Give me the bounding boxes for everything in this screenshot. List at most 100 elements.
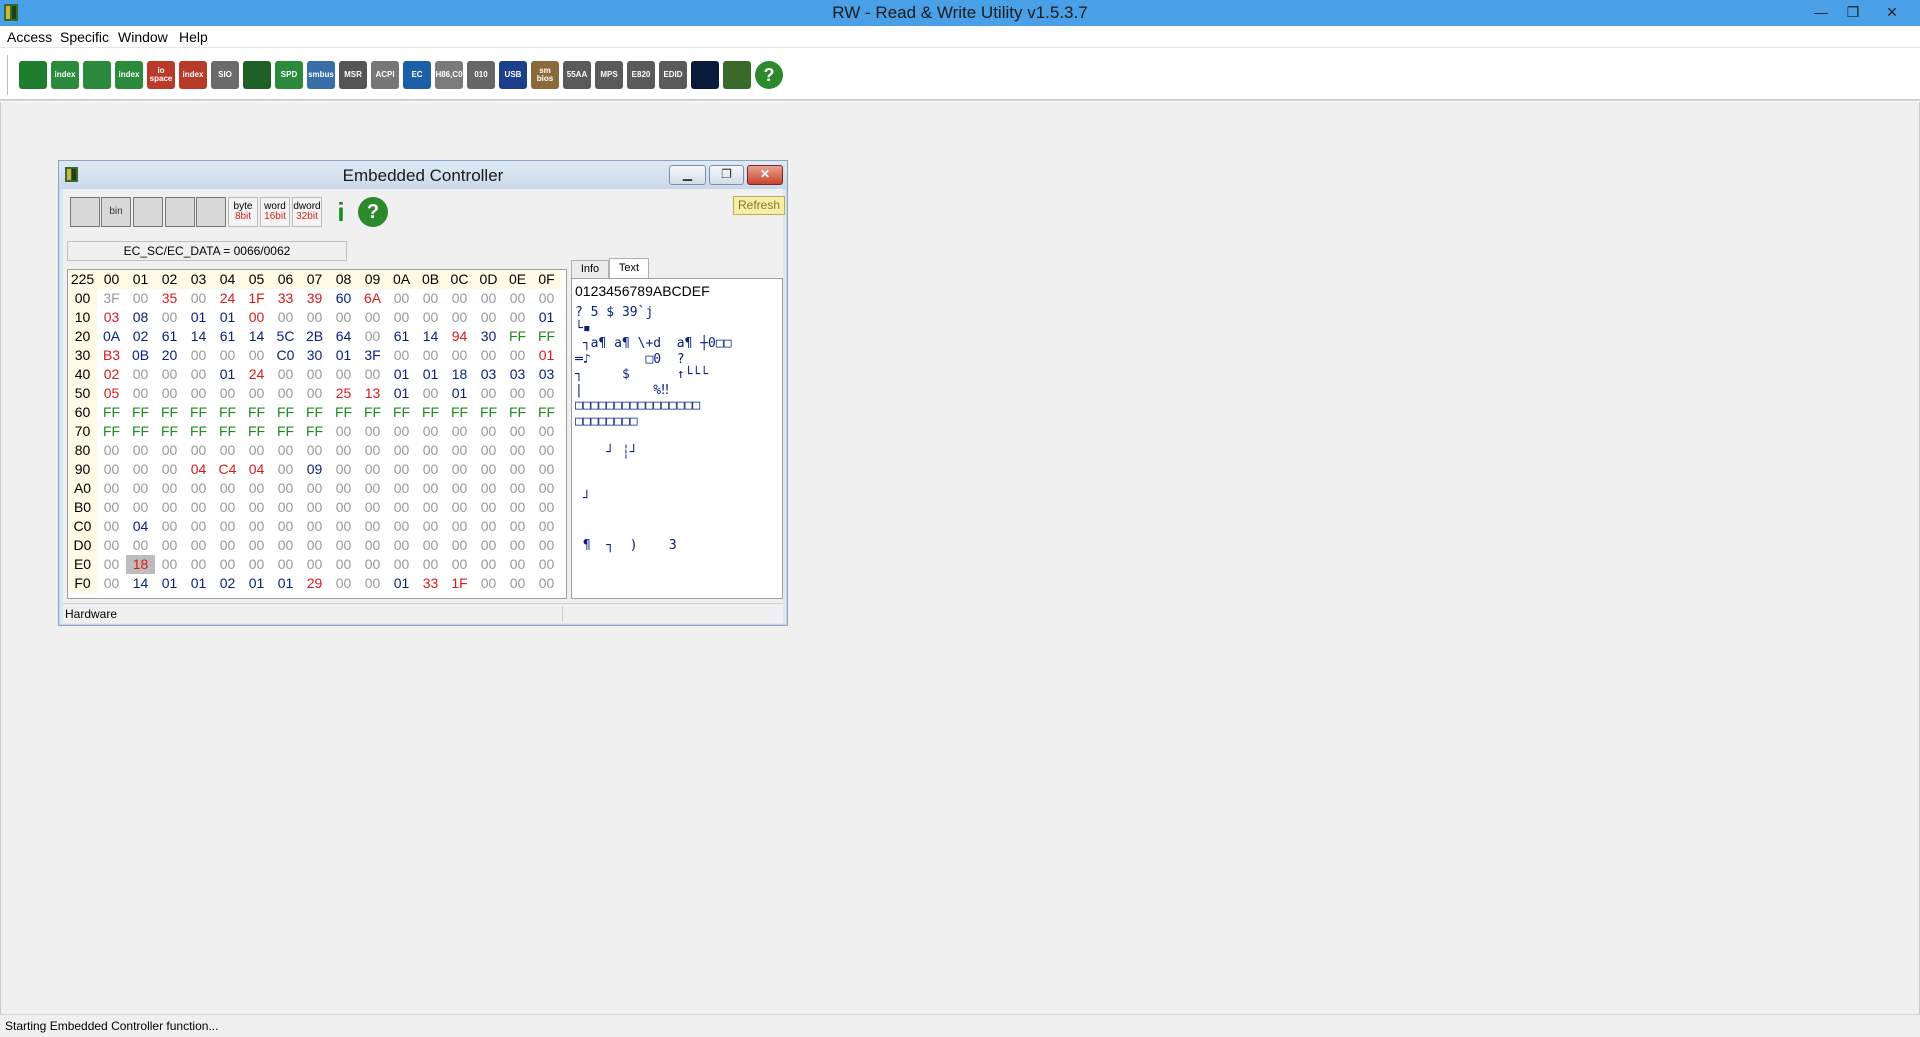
- hex-cell[interactable]: 33: [416, 574, 445, 593]
- hex-cell[interactable]: 00: [97, 536, 126, 555]
- hex-cell[interactable]: 00: [155, 498, 184, 517]
- hex-cell[interactable]: 00: [445, 536, 474, 555]
- hex-cell[interactable]: 01: [445, 384, 474, 403]
- embedded-controller-window[interactable]: Embedded Controller ▁ ❐ ✕ bin byte 8bit wor…: [58, 160, 788, 626]
- hex-cell[interactable]: 00: [126, 365, 155, 384]
- hex-cell[interactable]: 01: [387, 365, 416, 384]
- hex-cell[interactable]: 00: [358, 441, 387, 460]
- hex-cell[interactable]: 00: [184, 517, 213, 536]
- hex-cell[interactable]: FF: [97, 422, 126, 441]
- toolbar-button-acpi[interactable]: ACPI: [368, 58, 402, 92]
- hex-cell[interactable]: 60: [329, 289, 358, 308]
- hex-cell[interactable]: 00: [271, 536, 300, 555]
- hex-cell[interactable]: 00: [271, 460, 300, 479]
- hex-cell[interactable]: 00: [503, 308, 532, 327]
- hex-cell[interactable]: 00: [184, 555, 213, 574]
- hex-cell[interactable]: 00: [445, 346, 474, 365]
- ec-restore-button[interactable]: ❐: [709, 165, 744, 185]
- hex-cell[interactable]: 00: [503, 555, 532, 574]
- hex-cell[interactable]: 00: [213, 479, 242, 498]
- hex-cell[interactable]: 01: [387, 384, 416, 403]
- hex-cell[interactable]: 00: [358, 498, 387, 517]
- hex-cell[interactable]: 00: [300, 536, 329, 555]
- hex-cell[interactable]: FF: [155, 422, 184, 441]
- hex-cell[interactable]: 00: [387, 422, 416, 441]
- hex-cell[interactable]: 00: [532, 289, 561, 308]
- hex-cell[interactable]: 00: [271, 441, 300, 460]
- hex-cell[interactable]: 00: [97, 479, 126, 498]
- hex-cell[interactable]: 00: [532, 479, 561, 498]
- hex-cell[interactable]: 01: [387, 574, 416, 593]
- hex-cell[interactable]: 00: [503, 441, 532, 460]
- hex-cell[interactable]: FF: [358, 403, 387, 422]
- hex-cell[interactable]: 00: [97, 441, 126, 460]
- hex-cell[interactable]: 00: [97, 460, 126, 479]
- hex-cell[interactable]: 01: [532, 308, 561, 327]
- hex-cell[interactable]: 00: [416, 460, 445, 479]
- hex-cell[interactable]: 24: [242, 365, 271, 384]
- hex-cell[interactable]: 00: [213, 441, 242, 460]
- hex-cell[interactable]: 00: [242, 441, 271, 460]
- hex-cell[interactable]: 00: [329, 479, 358, 498]
- hex-cell[interactable]: 14: [184, 327, 213, 346]
- hex-cell[interactable]: 00: [358, 422, 387, 441]
- toolbar-button-io-space[interactable]: io space: [144, 58, 178, 92]
- hex-cell[interactable]: 00: [271, 555, 300, 574]
- hex-cell[interactable]: 64: [329, 327, 358, 346]
- hex-cell[interactable]: 01: [329, 346, 358, 365]
- toolbar-button-msr[interactable]: MSR: [336, 58, 370, 92]
- hex-cell[interactable]: 00: [416, 308, 445, 327]
- hex-cell[interactable]: 00: [155, 536, 184, 555]
- hex-cell[interactable]: FF: [300, 403, 329, 422]
- hex-cell[interactable]: 00: [155, 384, 184, 403]
- hex-cell[interactable]: 2B: [300, 327, 329, 346]
- hex-cell[interactable]: 00: [213, 346, 242, 365]
- hex-cell[interactable]: FF: [184, 422, 213, 441]
- hex-cell[interactable]: 00: [242, 479, 271, 498]
- hex-cell[interactable]: 61: [387, 327, 416, 346]
- hex-cell[interactable]: 00: [329, 441, 358, 460]
- hex-cell[interactable]: 00: [503, 536, 532, 555]
- hex-cell[interactable]: 00: [387, 308, 416, 327]
- hex-cell[interactable]: FF: [97, 403, 126, 422]
- hex-cell[interactable]: 00: [358, 536, 387, 555]
- ec-toolbar-save-bin-button[interactable]: bin: [100, 195, 132, 229]
- hex-cell[interactable]: 14: [126, 574, 155, 593]
- toolbar-button-edid[interactable]: EDID: [656, 58, 690, 92]
- hex-cell[interactable]: 00: [445, 460, 474, 479]
- hex-cell[interactable]: 00: [445, 479, 474, 498]
- hex-cell[interactable]: 00: [271, 498, 300, 517]
- hex-cell[interactable]: 00: [213, 517, 242, 536]
- hex-cell[interactable]: 01: [242, 574, 271, 593]
- hex-cell[interactable]: 00: [300, 384, 329, 403]
- ec-toolbar-help-button[interactable]: ?: [357, 195, 389, 229]
- hex-cell[interactable]: 00: [387, 289, 416, 308]
- hex-cell[interactable]: FF: [503, 327, 532, 346]
- hex-cell[interactable]: 00: [387, 536, 416, 555]
- hex-cell[interactable]: 00: [300, 365, 329, 384]
- hex-cell[interactable]: 00: [474, 422, 503, 441]
- hex-cell[interactable]: 00: [329, 536, 358, 555]
- hex-cell[interactable]: 00: [387, 441, 416, 460]
- hex-cell[interactable]: 00: [329, 308, 358, 327]
- hex-cell[interactable]: 03: [97, 308, 126, 327]
- hex-cell[interactable]: 00: [416, 422, 445, 441]
- ec-toolbar-compare-button[interactable]: [195, 195, 227, 229]
- hex-cell[interactable]: 00: [532, 422, 561, 441]
- toolbar-button-ec[interactable]: EC: [400, 58, 434, 92]
- minimize-button[interactable]: —: [1806, 0, 1836, 24]
- hex-cell[interactable]: 00: [474, 384, 503, 403]
- toolbar-button-disk[interactable]: H86,C0: [432, 58, 466, 92]
- hex-cell[interactable]: 61: [155, 327, 184, 346]
- hex-cell[interactable]: 00: [271, 308, 300, 327]
- hex-cell[interactable]: 00: [416, 289, 445, 308]
- hex-cell[interactable]: 04: [126, 517, 155, 536]
- hex-cell[interactable]: 00: [474, 517, 503, 536]
- hex-cell[interactable]: FF: [271, 403, 300, 422]
- hex-cell[interactable]: 00: [126, 460, 155, 479]
- hex-cell[interactable]: 01: [155, 574, 184, 593]
- toolbar-button-command[interactable]: [688, 58, 722, 92]
- hex-cell[interactable]: 33: [271, 289, 300, 308]
- hex-cell[interactable]: 00: [445, 308, 474, 327]
- menu-window[interactable]: Window: [118, 29, 168, 45]
